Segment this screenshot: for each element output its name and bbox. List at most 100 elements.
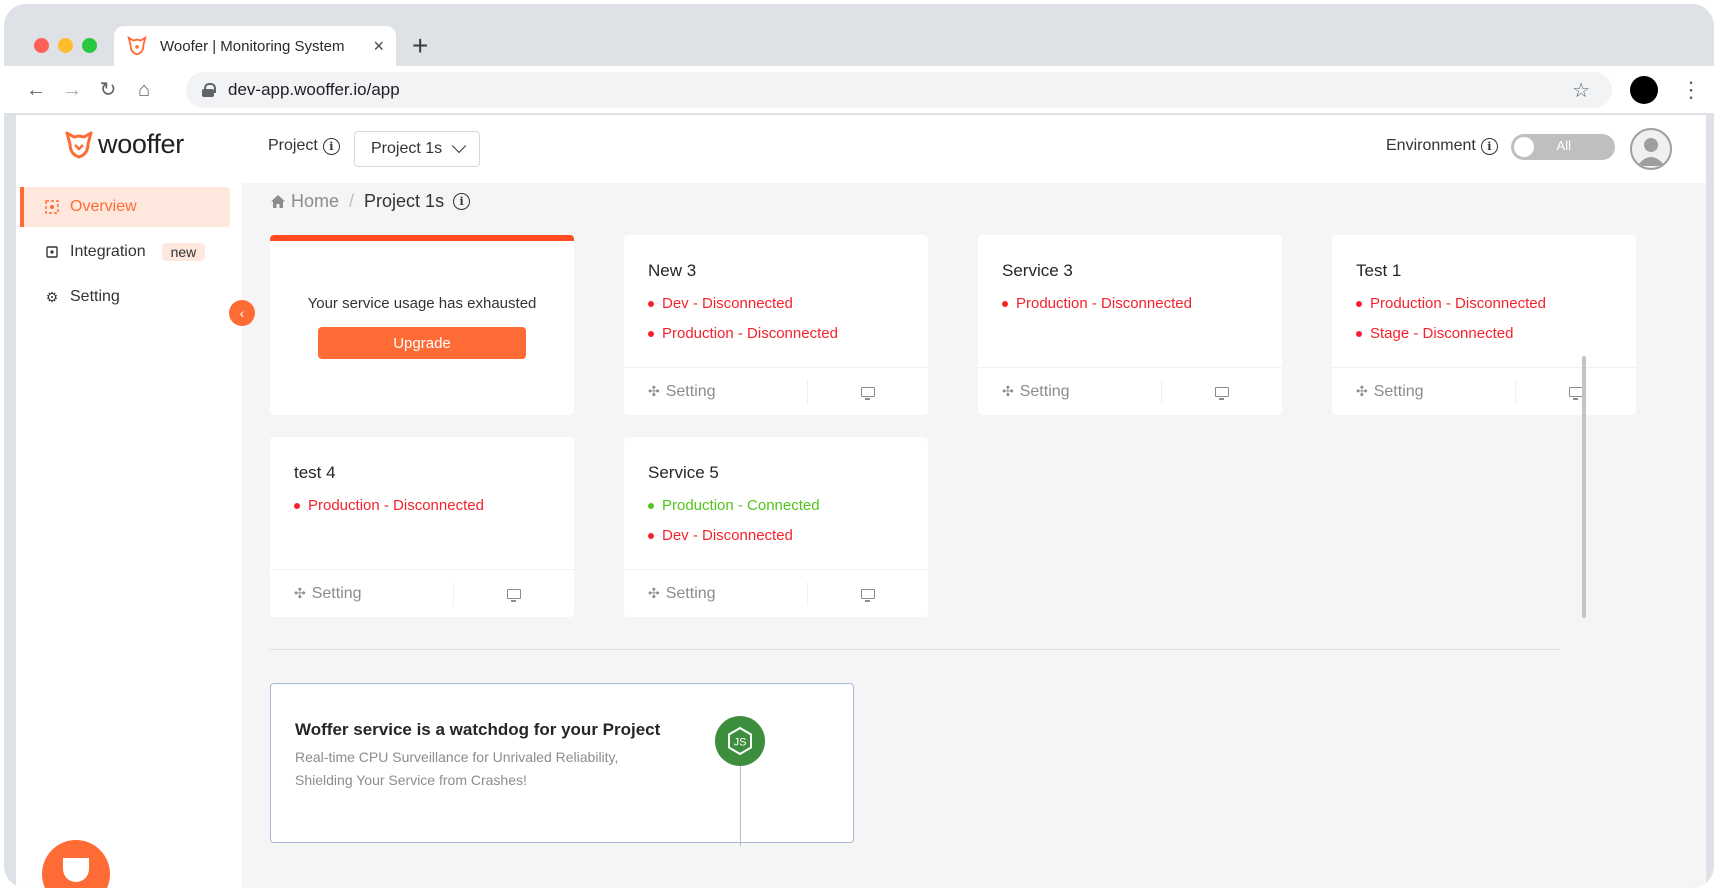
card-setting-button[interactable]: ✣ Setting (978, 379, 1162, 404)
monitor-icon (1215, 386, 1229, 400)
user-avatar-icon (1637, 138, 1665, 166)
app-viewport: wooffer Project i Project 1s Environment… (16, 115, 1706, 888)
sidebar-item-setting[interactable]: ⚙ Setting (20, 277, 230, 317)
browser-menu-icon[interactable]: ⋮ (1680, 76, 1702, 104)
slack-icon: ✣ (1002, 383, 1014, 399)
new-badge: new (161, 243, 206, 261)
monitor-icon (507, 588, 521, 602)
browser-tab[interactable]: Woofer | Monitoring System × (114, 26, 396, 66)
status-text: Production - Connected (662, 497, 820, 514)
nodejs-icon: JS (715, 716, 765, 766)
status-item: Production - Disconnected (294, 497, 484, 514)
card-footer: ✣ Setting (624, 367, 928, 415)
sidebar-collapse-button[interactable]: ‹ (229, 300, 255, 326)
reload-icon[interactable]: ↻ (96, 78, 120, 102)
service-card[interactable]: Service 5 Production - Connected Dev - D… (624, 437, 928, 617)
slack-icon: ✣ (648, 585, 660, 601)
sidebar-item-overview[interactable]: Overview (20, 187, 230, 227)
avatar[interactable] (1630, 128, 1672, 170)
monitor-icon (1569, 386, 1583, 400)
project-select[interactable]: Project 1s (354, 131, 480, 167)
monitor-icon (861, 386, 875, 400)
card-monitor-button[interactable] (1516, 386, 1636, 400)
sidebar-item-integration[interactable]: Integration new (20, 232, 230, 272)
service-card[interactable]: Test 1 Production - Disconnected Stage -… (1332, 235, 1636, 415)
status-item: Dev - Disconnected (648, 295, 793, 312)
chat-support-button[interactable] (42, 840, 110, 888)
lock-icon (202, 83, 216, 97)
status-text: Dev - Disconnected (662, 295, 793, 312)
status-dot (1356, 330, 1362, 337)
card-setting-label: Setting (311, 584, 362, 602)
service-card-title: Test 1 (1356, 261, 1402, 280)
page-scrollbar[interactable] (1582, 356, 1586, 618)
monitor-icon (861, 588, 875, 602)
status-text: Production - Disconnected (662, 325, 838, 342)
breadcrumb-current-text: Project 1s (364, 191, 445, 211)
environment-toggle[interactable]: All (1511, 134, 1615, 160)
address-bar[interactable]: dev-app.wooffer.io/app ☆ (186, 72, 1612, 108)
status-item: Dev - Disconnected (648, 527, 793, 544)
gear-icon: ⚙ (45, 288, 59, 305)
card-setting-button[interactable]: ✣ Setting (624, 581, 808, 606)
breadcrumb-info-icon[interactable]: i (453, 193, 471, 210)
promo-subtitle-line: Shielding Your Service from Crashes! (295, 772, 527, 788)
new-tab-button[interactable]: + (412, 30, 428, 62)
service-card[interactable]: Service 3 Production - Disconnected ✣ Set… (978, 235, 1282, 415)
card-setting-label: Setting (665, 584, 716, 602)
browser-window: Woofer | Monitoring System × + ← → ↻ ⌂ d… (4, 4, 1714, 888)
environment-label: Environment i (1386, 137, 1498, 155)
sidebar-item-label: Overview (70, 198, 137, 215)
maximize-window-button[interactable] (82, 38, 97, 53)
sidebar-item-label: Integration (70, 243, 146, 260)
project-label: Project i (268, 137, 340, 155)
wooffer-logo-icon (65, 131, 93, 158)
promo-title: Woffer service is a watchdog for your Pr… (295, 720, 661, 739)
status-item: Production - Connected (648, 497, 820, 514)
project-label-text: Project (268, 137, 318, 154)
back-arrow-icon[interactable]: ← (24, 78, 48, 102)
breadcrumb-home[interactable]: Home (291, 191, 339, 212)
status-text: Production - Disconnected (308, 497, 484, 514)
slack-icon: ✣ (294, 585, 306, 601)
service-card-title: Service 3 (1002, 261, 1073, 280)
status-dot (648, 502, 654, 509)
status-text: Dev - Disconnected (662, 527, 793, 544)
app-header: wooffer Project i Project 1s Environment… (16, 115, 1706, 183)
browser-profile-icon[interactable] (1630, 76, 1658, 104)
card-monitor-button[interactable] (454, 588, 574, 602)
tab-close-icon[interactable]: × (373, 36, 384, 57)
card-monitor-button[interactable] (1162, 386, 1282, 400)
card-setting-button[interactable]: ✣ Setting (270, 581, 454, 606)
connector-line (740, 766, 741, 846)
service-card-title: New 3 (648, 261, 697, 280)
slack-icon: ✣ (648, 383, 660, 399)
usage-exhausted-message: Your service usage has exhausted (307, 295, 537, 312)
upgrade-button[interactable]: Upgrade (318, 327, 526, 359)
card-monitor-button[interactable] (808, 386, 928, 400)
card-monitor-button[interactable] (808, 588, 928, 602)
promo-subtitle-line: Real-time CPU Surveillance for Unrivaled… (295, 749, 619, 765)
environment-info-icon[interactable]: i (1480, 137, 1498, 155)
service-card-title: test 4 (294, 463, 336, 482)
home-icon[interactable]: ⌂ (132, 78, 156, 102)
sidebar: Overview Integration new ⚙ Setting (16, 183, 242, 888)
status-item: Production - Disconnected (648, 325, 838, 342)
card-setting-button[interactable]: ✣ Setting (1332, 379, 1516, 404)
card-footer: ✣ Setting (624, 569, 928, 617)
breadcrumb-current: Project 1s i (364, 191, 471, 212)
close-window-button[interactable] (34, 38, 49, 53)
wooffer-logo[interactable]: wooffer (64, 129, 184, 160)
minimize-window-button[interactable] (58, 38, 73, 53)
project-info-icon[interactable]: i (322, 137, 340, 155)
forward-arrow-icon[interactable]: → (60, 78, 84, 102)
card-setting-label: Setting (1373, 382, 1424, 400)
card-setting-button[interactable]: ✣ Setting (624, 379, 808, 404)
nodejs-badge-text: JS (734, 737, 747, 749)
status-dot (294, 502, 300, 509)
browser-toolbar: ← → ↻ ⌂ dev-app.wooffer.io/app ☆ ⋮ (4, 66, 1714, 114)
service-card[interactable]: test 4 Production - Disconnected ✣ Settin… (270, 437, 574, 617)
bookmark-star-icon[interactable]: ☆ (1572, 78, 1590, 103)
home-icon (271, 195, 285, 208)
service-card[interactable]: New 3 Dev - Disconnected Production - Di… (624, 235, 928, 415)
